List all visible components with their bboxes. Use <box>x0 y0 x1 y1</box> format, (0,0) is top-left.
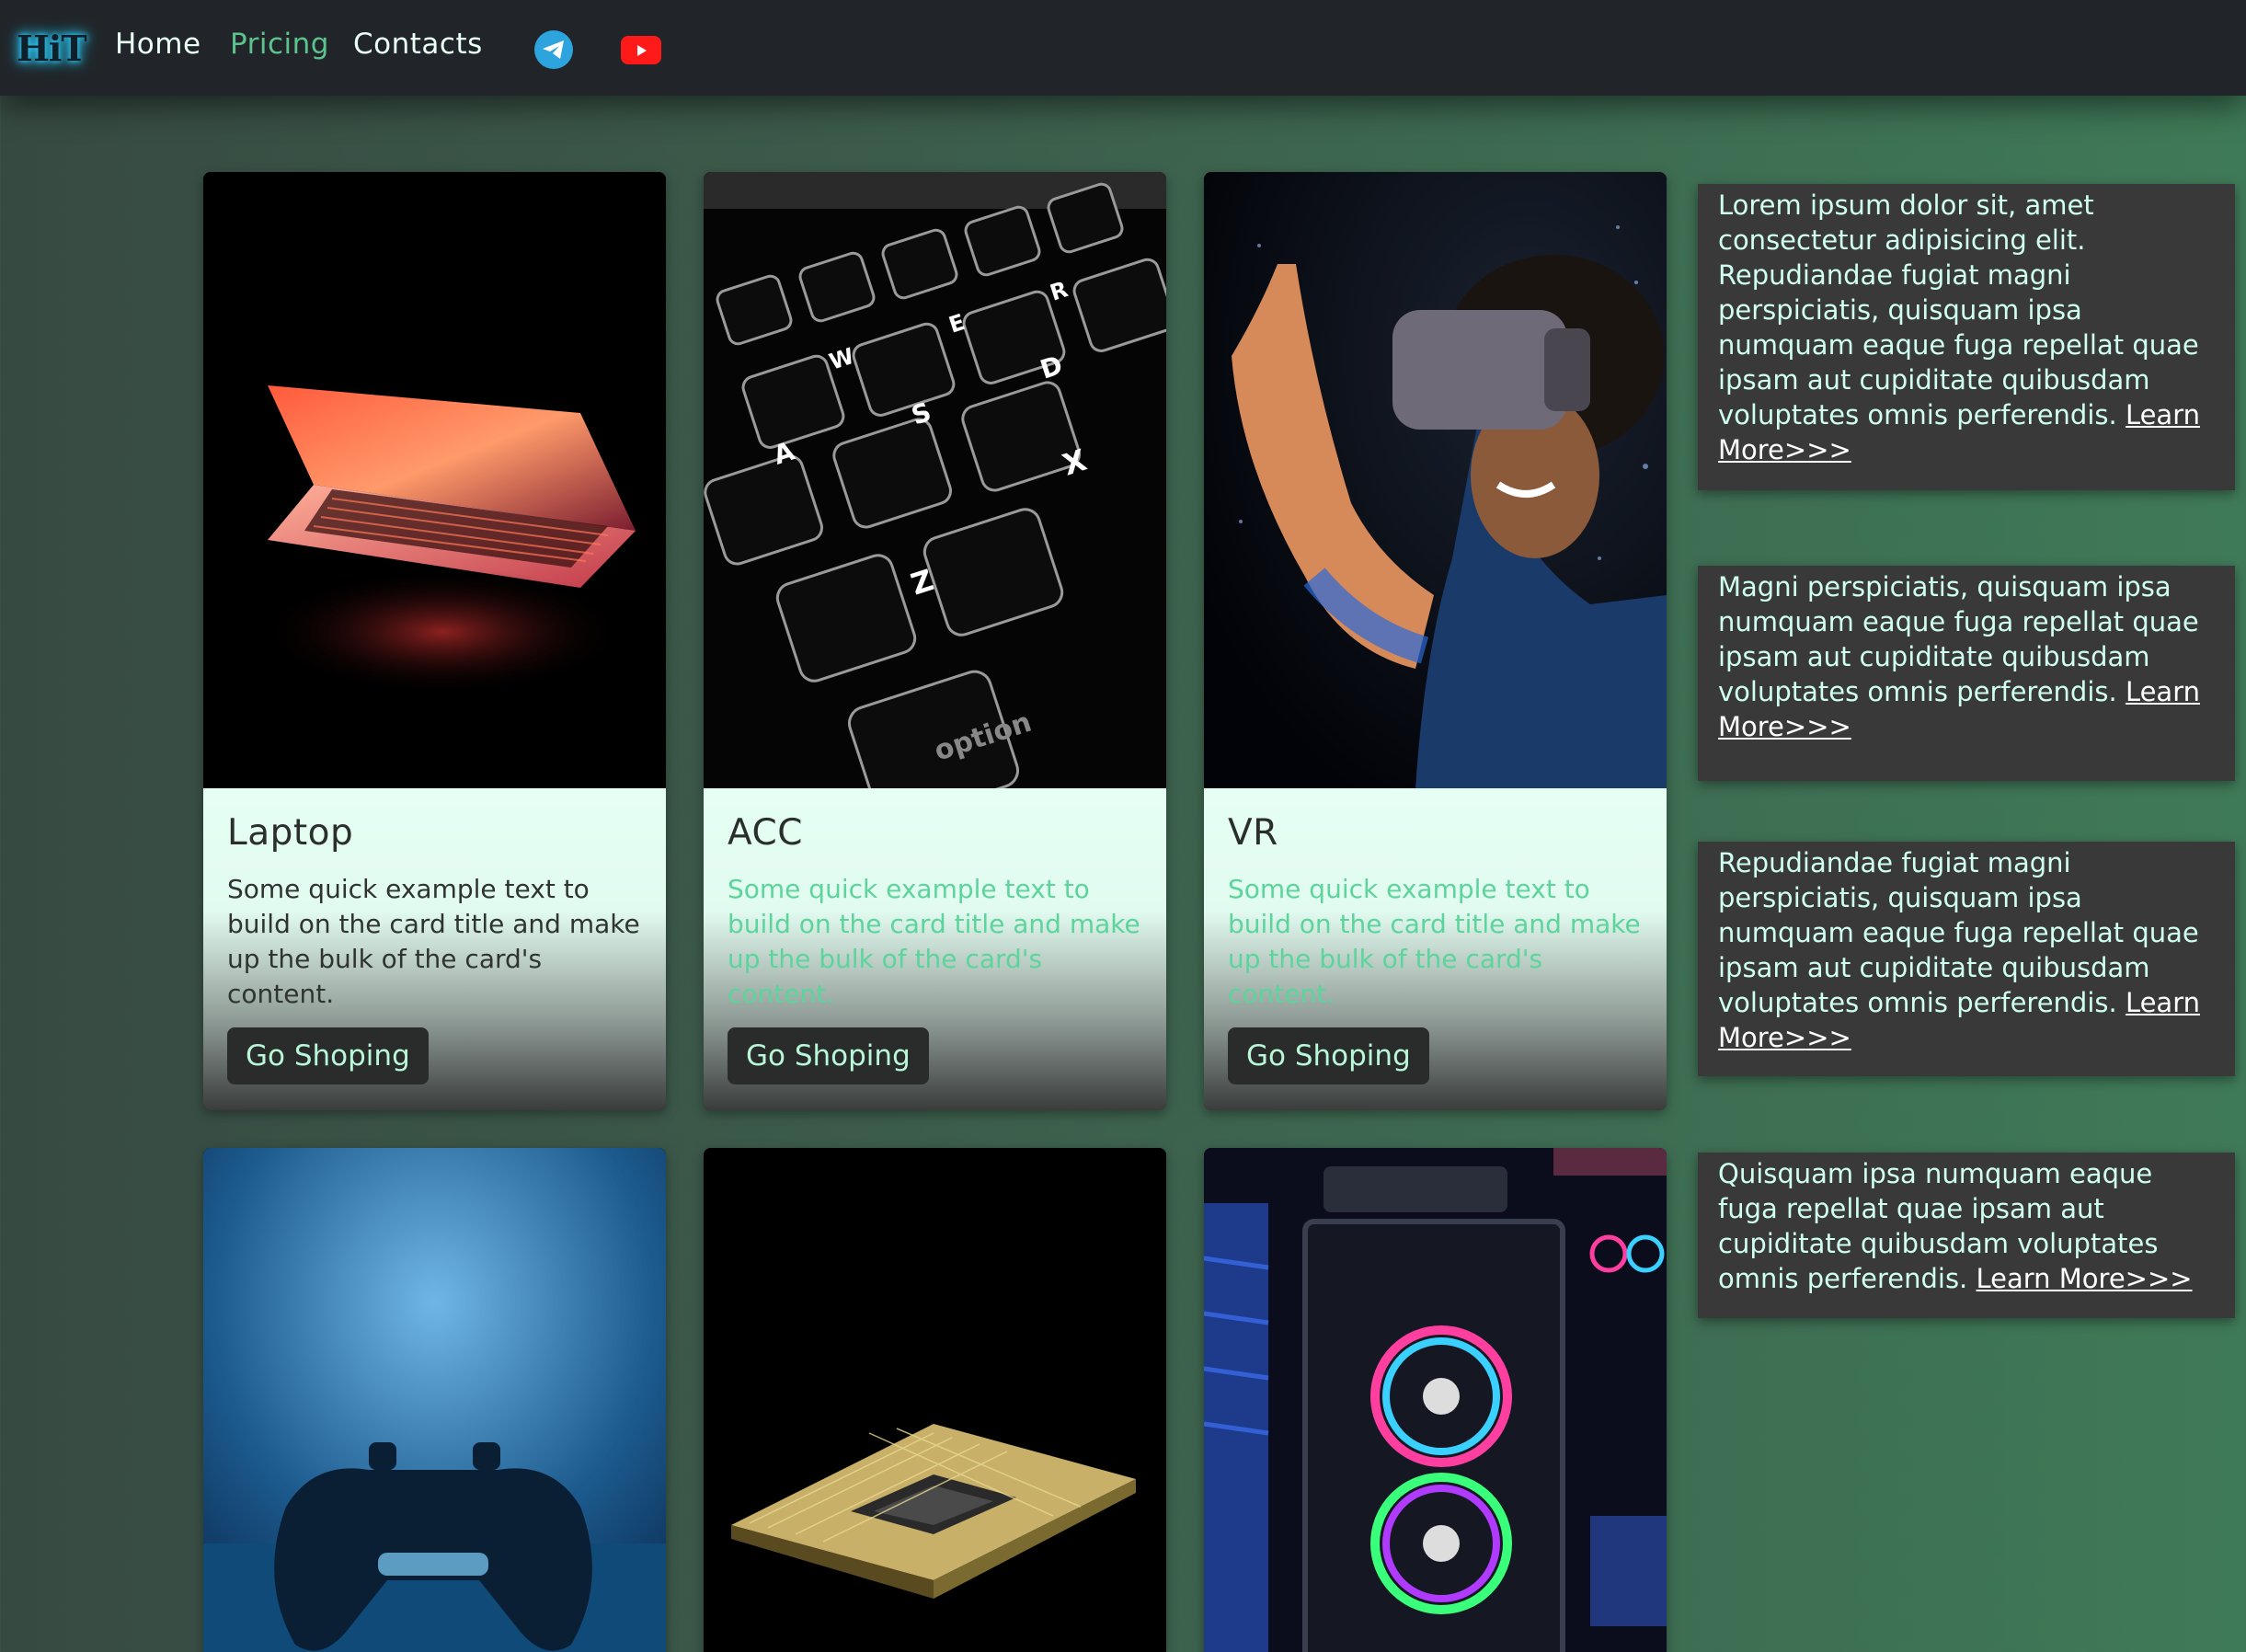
card-title: VR <box>1228 812 1278 854</box>
card-text: Some quick example text to build on the … <box>1228 874 1641 1009</box>
telegram-icon[interactable] <box>534 30 573 69</box>
youtube-icon[interactable] <box>621 36 661 64</box>
go-shopping-button[interactable]: Go Shoping <box>728 1027 929 1084</box>
gamepad-image <box>203 1148 666 1652</box>
card-title: ACC <box>728 812 803 854</box>
card-body: VR Some quick example text to build on t… <box>1204 788 1667 1110</box>
card-text: Some quick example text to build on the … <box>728 874 1140 1009</box>
product-card-vr: VR Some quick example text to build on t… <box>1204 172 1667 1110</box>
product-card-pc <box>1204 1148 1667 1652</box>
learn-more-link[interactable]: Learn More>>> <box>1977 1263 2193 1294</box>
cpu-image <box>704 1148 1166 1652</box>
vr-image <box>1204 172 1667 788</box>
pc-case-image <box>1204 1148 1667 1652</box>
nav-link-pricing[interactable]: Pricing <box>230 28 329 61</box>
laptop-image <box>203 172 666 788</box>
brand-logo[interactable]: HiT <box>17 28 87 69</box>
product-card-gamepad <box>203 1148 666 1652</box>
side-info-text: Lorem ipsum dolor sit, amet consectetur … <box>1718 189 2199 430</box>
go-shopping-button[interactable]: Go Shoping <box>227 1027 429 1084</box>
nav-link-contacts[interactable]: Contacts <box>353 28 483 61</box>
card-body: Laptop Some quick example text to build … <box>203 788 666 1110</box>
nav-link-home[interactable]: Home <box>115 28 201 61</box>
card-body: ACC Some quick example text to build on … <box>704 788 1166 1110</box>
product-card-laptop: Laptop Some quick example text to build … <box>203 172 666 1110</box>
side-info-box: Magni perspiciatis, quisquam ipsa numqua… <box>1698 566 2235 781</box>
keyboard-image: W E R A S D Z X option <box>704 172 1166 788</box>
card-text: Some quick example text to build on the … <box>227 874 640 1009</box>
side-info-box: Repudiandae fugiat magni perspiciatis, q… <box>1698 842 2235 1076</box>
side-info-box: Lorem ipsum dolor sit, amet consectetur … <box>1698 184 2235 490</box>
card-title: Laptop <box>227 812 354 854</box>
product-card-acc: W E R A S D Z X option ACC Some quick ex… <box>704 172 1166 1110</box>
side-info-box: Quisquam ipsa numquam eaque fuga repella… <box>1698 1153 2235 1318</box>
go-shopping-button[interactable]: Go Shoping <box>1228 1027 1429 1084</box>
product-card-cpu <box>704 1148 1166 1652</box>
navbar: HiT Home Pricing Contacts <box>0 0 2246 96</box>
